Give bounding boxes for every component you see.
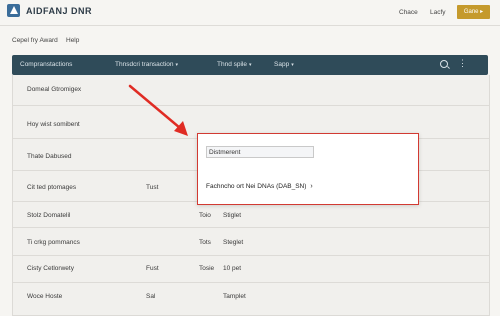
dropdown-popup: Distmerent Fachncho ort Nei DNAs (DAB_SN… [197,133,419,205]
popup-search-input[interactable]: Distmerent [206,146,314,158]
popup-option-label: Fachncho ort Nei DNAs (DAB_SN) [206,183,307,190]
chevron-right-icon: › [310,183,313,190]
popup-option[interactable]: Fachncho ort Nei DNAs (DAB_SN) › [206,183,313,190]
